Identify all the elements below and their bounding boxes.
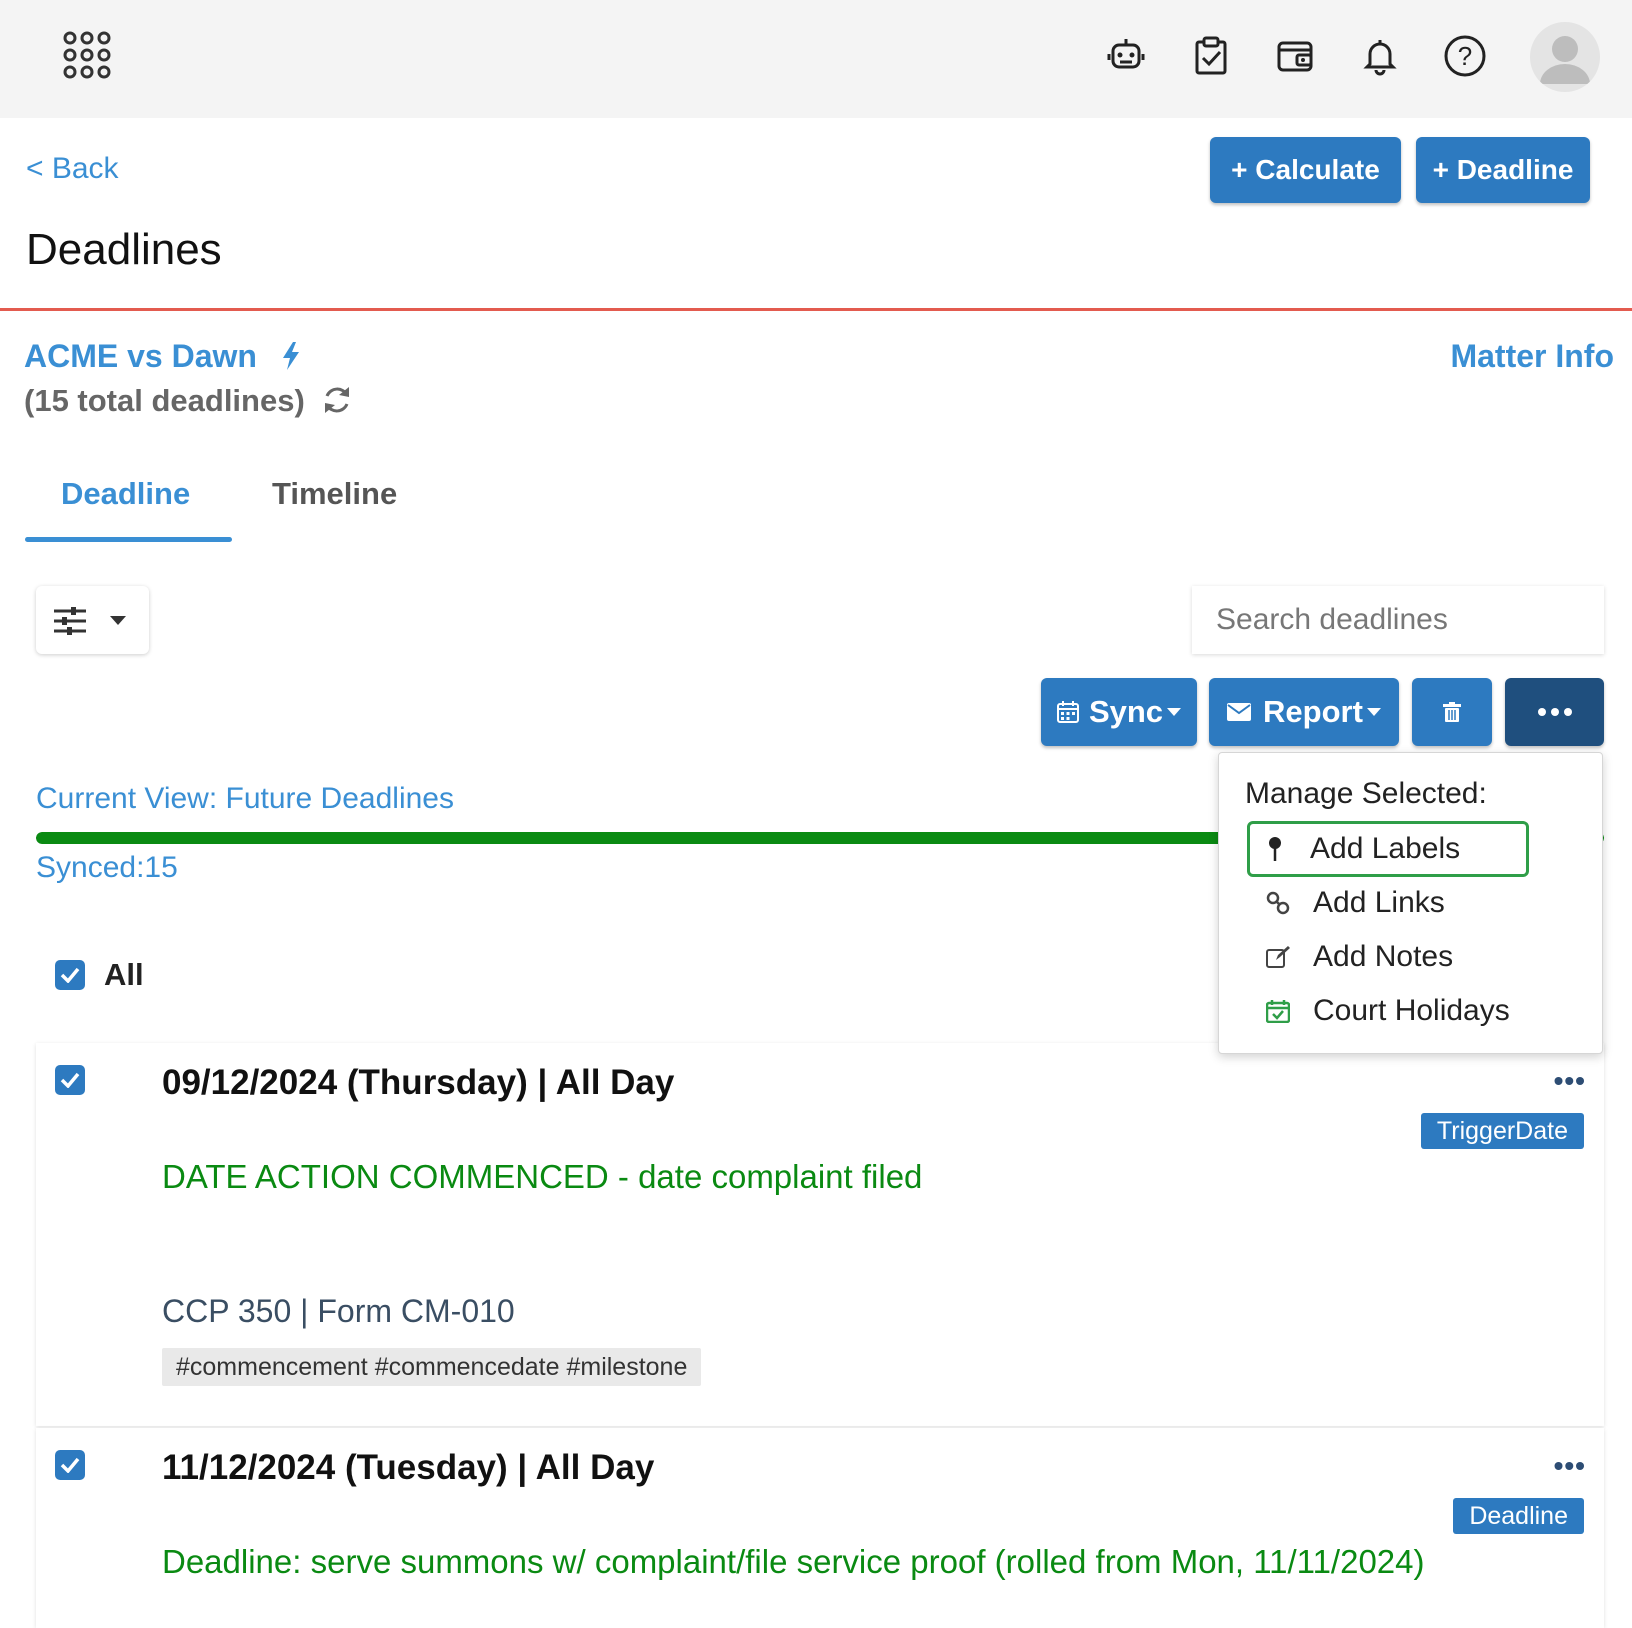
menu-item-label: Add Links: [1313, 886, 1445, 919]
calendar-check-icon: [1265, 998, 1291, 1024]
menu-item-add-labels[interactable]: Add Labels: [1247, 821, 1529, 877]
calculate-button[interactable]: + Calculate: [1210, 137, 1401, 203]
sync-dropdown-button[interactable]: Sync: [1041, 678, 1197, 746]
refresh-icon[interactable]: [321, 384, 353, 416]
caret-down-icon: [1366, 708, 1381, 716]
bell-icon[interactable]: [1360, 36, 1400, 76]
svg-text:?: ?: [1458, 41, 1472, 71]
robot-icon[interactable]: [1106, 36, 1146, 76]
deadline-date: 09/12/2024 (Thursday): [162, 1063, 528, 1102]
deadline-time: All Day: [555, 1063, 675, 1102]
ellipsis-icon: [1537, 708, 1572, 716]
calendar-icon: [1056, 701, 1079, 723]
deadline-date: 11/12/2024 (Tuesday): [162, 1448, 508, 1487]
deadline-checkbox[interactable]: [55, 1450, 85, 1480]
caret-down-icon: [1167, 708, 1182, 716]
menu-header: Manage Selected:: [1245, 777, 1487, 810]
active-tab-indicator: [25, 537, 232, 542]
more-actions-button[interactable]: [1505, 678, 1604, 746]
pin-icon: [1262, 836, 1288, 862]
deadline-time: All Day: [535, 1448, 655, 1487]
sync-label: Sync: [1088, 694, 1164, 729]
separator: |: [300, 1293, 318, 1329]
delete-button[interactable]: [1412, 678, 1492, 746]
form-link[interactable]: Form CM-010: [317, 1293, 514, 1329]
help-icon[interactable]: ?: [1443, 34, 1487, 78]
total-deadlines: (15 total deadlines): [24, 383, 353, 419]
check-icon: [60, 1072, 80, 1088]
row-more-button[interactable]: •••: [1554, 1065, 1586, 1097]
wallet-icon[interactable]: [1275, 36, 1315, 76]
deadline-tags: #commencement #commencedate #milestone: [162, 1348, 702, 1386]
deadline-card: 09/12/2024 (Thursday) | All Day ••• Trig…: [36, 1043, 1604, 1426]
menu-item-add-notes[interactable]: Add Notes: [1247, 929, 1529, 985]
envelope-icon: [1227, 703, 1252, 721]
tab-deadline[interactable]: Deadline: [61, 476, 190, 512]
caret-down-icon: [110, 616, 126, 625]
deadline-rule-line: CCP 350 | Form CM-010: [162, 1293, 515, 1330]
add-deadline-button[interactable]: + Deadline: [1416, 137, 1590, 203]
page-title: Deadlines: [26, 225, 222, 274]
menu-item-label: Add Notes: [1313, 940, 1454, 973]
status-badge: Deadline: [1453, 1498, 1584, 1534]
sliders-icon: [54, 607, 86, 635]
top-bar: ?: [0, 0, 1632, 118]
menu-item-label: Court Holidays: [1313, 994, 1510, 1027]
user-avatar-icon[interactable]: [1530, 22, 1600, 92]
deadline-card: 11/12/2024 (Tuesday) | All Day ••• Deadl…: [36, 1428, 1604, 1628]
current-view-link[interactable]: Current View: Future Deadlines: [36, 782, 454, 816]
synced-count: Synced:15: [36, 851, 178, 884]
check-icon: [60, 1457, 80, 1473]
separator: |: [517, 1448, 536, 1487]
separator: |: [537, 1063, 556, 1102]
menu-item-court-holidays[interactable]: Court Holidays: [1247, 983, 1529, 1039]
link-icon: [1265, 890, 1291, 916]
check-icon: [60, 967, 80, 983]
deadline-checkbox[interactable]: [55, 1065, 85, 1095]
menu-item-add-links[interactable]: Add Links: [1247, 875, 1529, 931]
matter-info-link[interactable]: Matter Info: [1450, 338, 1614, 375]
back-link[interactable]: < Back: [26, 152, 119, 186]
menu-item-label: Add Labels: [1310, 832, 1461, 865]
status-badge: TriggerDate: [1420, 1113, 1584, 1149]
deadline-description: DATE ACTION COMMENCED - date complaint f…: [162, 1158, 923, 1195]
deadline-date-line: 09/12/2024 (Thursday) | All Day: [162, 1063, 674, 1103]
clipboard-check-icon[interactable]: [1191, 36, 1231, 76]
report-label: Report: [1263, 694, 1363, 729]
tab-timeline[interactable]: Timeline: [272, 476, 397, 512]
trash-icon: [1443, 702, 1461, 722]
search-input[interactable]: [1192, 586, 1604, 654]
select-all-label: All: [104, 957, 144, 992]
matter-name-link[interactable]: ACME vs Dawn: [24, 338, 302, 375]
total-deadlines-text: (15 total deadlines): [24, 383, 305, 418]
matter-name: ACME vs Dawn: [24, 338, 257, 374]
manage-selected-menu: Manage Selected: Add Labels Add Links Ad…: [1218, 752, 1603, 1054]
deadline-description: Deadline: serve summons w/ complaint/fil…: [162, 1543, 1425, 1580]
lightning-icon: [282, 342, 299, 370]
filter-dropdown-button[interactable]: [36, 586, 149, 654]
edit-icon: [1265, 944, 1291, 970]
row-more-button[interactable]: •••: [1554, 1450, 1586, 1482]
report-dropdown-button[interactable]: Report: [1209, 678, 1399, 746]
rule-link[interactable]: CCP 350: [162, 1293, 291, 1329]
apps-grid-icon[interactable]: [62, 30, 112, 80]
select-all-checkbox[interactable]: [55, 960, 85, 990]
deadline-date-line: 11/12/2024 (Tuesday) | All Day: [162, 1448, 654, 1488]
